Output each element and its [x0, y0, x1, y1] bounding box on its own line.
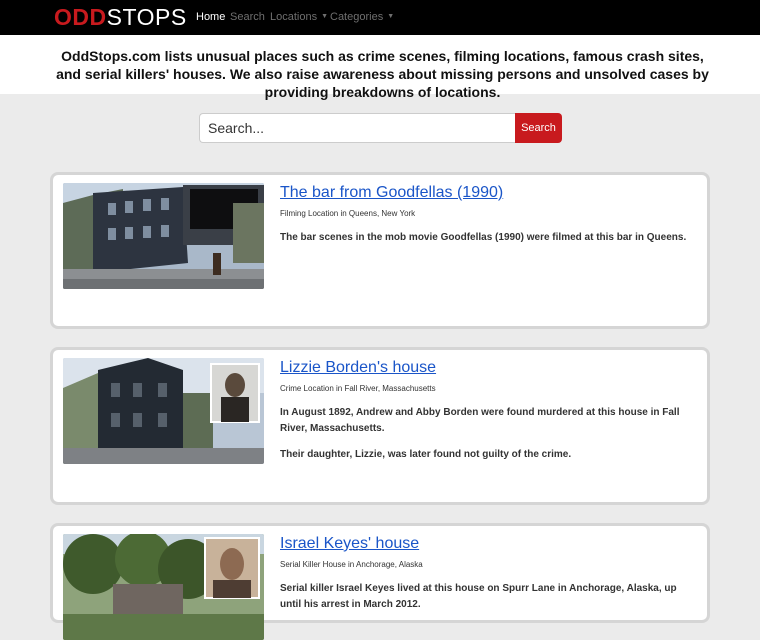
- card-description: In August 1892, Andrew and Abby Borden w…: [280, 407, 680, 434]
- nav-search-link[interactable]: Search: [230, 11, 265, 24]
- card-description: The bar scenes in the mob movie Goodfell…: [280, 232, 687, 243]
- card-title-link[interactable]: The bar from Goodfellas (1990): [280, 183, 503, 202]
- location-photo[interactable]: [63, 358, 264, 464]
- logo-odd: ODD: [54, 4, 107, 30]
- logo-stops: STOPS: [106, 4, 187, 30]
- chevron-down-icon: ▼: [387, 13, 395, 20]
- search-button[interactable]: Search: [515, 113, 562, 143]
- card-title-link[interactable]: Israel Keyes' house: [280, 534, 419, 553]
- card-description: Serial killer Israel Keyes lived at this…: [280, 583, 677, 610]
- nav-home-link[interactable]: Home: [196, 11, 225, 24]
- top-navbar: ODDSTOPS Home Search Locations ▼ Categori…: [0, 0, 760, 35]
- card-subtitle: Crime Location in Fall River, Massachuse…: [280, 384, 436, 393]
- nav-locations-dropdown[interactable]: Locations ▼: [270, 11, 328, 25]
- location-photo[interactable]: [63, 534, 264, 640]
- location-card: The bar from Goodfellas (1990) Filming L…: [50, 172, 710, 329]
- card-subtitle: Serial Killer House in Anchorage, Alaska: [280, 560, 423, 569]
- intro-banner: OddStops.com lists unusual places such a…: [0, 35, 760, 100]
- intro-text: OddStops.com lists unusual places such a…: [56, 48, 709, 100]
- site-logo[interactable]: ODDSTOPS: [54, 5, 187, 29]
- card-description: Their daughter, Lizzie, was later found …: [280, 449, 572, 460]
- search-input[interactable]: [199, 113, 516, 143]
- location-card: Israel Keyes' house Serial Killer House …: [50, 523, 710, 640]
- card-subtitle: Filming Location in Queens, New York: [280, 209, 416, 218]
- location-card: Lizzie Borden's house Crime Location in …: [50, 347, 710, 505]
- nav-categories-dropdown[interactable]: Categories ▼: [330, 11, 394, 25]
- card-title-link[interactable]: Lizzie Borden's house: [280, 358, 436, 377]
- location-photo[interactable]: [63, 183, 264, 289]
- nav-categories-label: Categories: [330, 11, 384, 23]
- nav-locations-label: Locations: [270, 11, 318, 23]
- chevron-down-icon: ▼: [321, 13, 329, 20]
